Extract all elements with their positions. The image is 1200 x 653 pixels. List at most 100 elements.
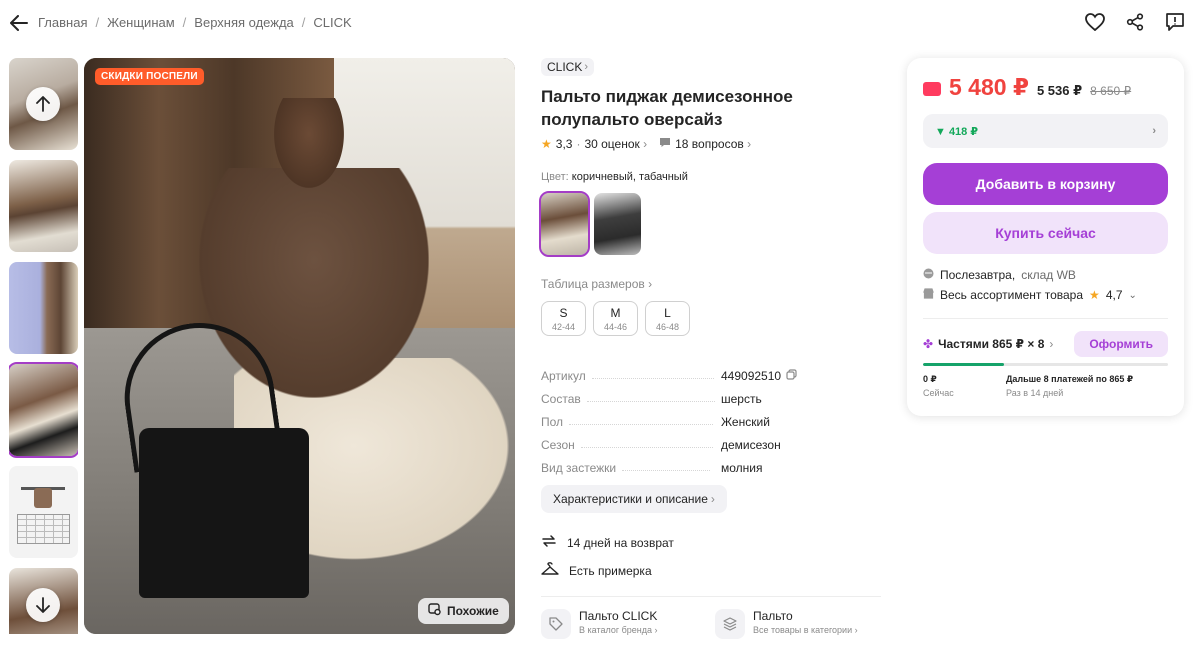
chat-icon: [659, 137, 671, 151]
spec-row: Артикул 449092510: [541, 360, 886, 383]
arrow-down-icon[interactable]: [26, 588, 60, 622]
installment-icon: ✤: [923, 337, 934, 351]
layers-icon: [715, 609, 745, 639]
product-title: Пальто пиджак демисезонное полупальто ов…: [541, 87, 793, 129]
category-links: Пальто CLICK В каталог бренда › Пальто В…: [541, 609, 886, 639]
perk-return: 14 дней на возврат: [541, 533, 886, 552]
size-table-link[interactable]: Таблица размеров ›: [541, 277, 886, 291]
spec-key: Артикул: [541, 369, 586, 383]
shop-icon: [923, 288, 934, 302]
brand-catalog-link[interactable]: Пальто CLICK В каталог бренда ›: [541, 609, 701, 639]
size-range: 46-48: [655, 322, 680, 332]
size-label: M: [610, 306, 621, 320]
installment-label[interactable]: Частями 865 ₽ × 8: [938, 337, 1044, 351]
breadcrumb-separator: /: [95, 15, 100, 30]
spec-key: Состав: [541, 392, 581, 406]
star-icon: ★: [541, 137, 552, 151]
size-option[interactable]: M 44-46: [593, 301, 638, 336]
thumbnail-4[interactable]: [9, 362, 78, 458]
installment-row: ✤ Частями 865 ₽ × 8 › Оформить: [923, 331, 1168, 357]
price-old: 8 650 ₽: [1090, 84, 1132, 98]
breadcrumb-home[interactable]: Главная: [38, 15, 87, 30]
thumbnail-5[interactable]: [9, 466, 78, 558]
spec-row: Пол Женский: [541, 406, 886, 429]
size-range: 42-44: [551, 322, 576, 332]
characteristics-label: Характеристики и описание: [553, 492, 708, 506]
brand-catalog-title: Пальто CLICK: [579, 609, 658, 623]
color-swatch-gray[interactable]: [594, 193, 641, 255]
divider: [923, 318, 1168, 319]
size-option[interactable]: S 42-44: [541, 301, 586, 336]
category-catalog-link[interactable]: Пальто Все товары в категории ›: [715, 609, 875, 639]
installment-later-amount: Дальше 8 платежей по 865 ₽: [1006, 374, 1134, 384]
hanger-icon: [541, 562, 559, 579]
questions-count: 18 вопросов: [675, 137, 744, 151]
assortment-label: Весь ассортимент товара: [940, 288, 1084, 302]
size-option[interactable]: L 46-48: [645, 301, 690, 336]
installment-progress-fill: [923, 363, 1004, 366]
breadcrumb-women[interactable]: Женщинам: [107, 15, 175, 30]
add-to-cart-button[interactable]: Добавить в корзину: [923, 163, 1168, 205]
installment-now-amount: 0 ₽: [923, 374, 937, 384]
spec-row: Сезон демисезон: [541, 429, 886, 452]
heart-icon[interactable]: [1084, 11, 1106, 33]
brand-catalog-subtitle: В каталог бренда: [579, 625, 653, 635]
back-arrow-icon[interactable]: [8, 12, 30, 34]
size-options: S 42-44 M 44-46 L 46-48: [541, 301, 886, 336]
buy-now-button[interactable]: Купить сейчас: [923, 212, 1168, 254]
price-secondary: 5 536 ₽: [1036, 83, 1083, 98]
thumbnail-2[interactable]: [9, 160, 78, 252]
spec-row: Состав шерсть: [541, 383, 886, 406]
color-swatch-brown[interactable]: [539, 191, 590, 257]
report-icon[interactable]: [1164, 11, 1186, 33]
rating-value: 3,3: [555, 137, 573, 151]
delivery-place: склад WB: [1021, 268, 1076, 282]
spec-key: Вид застежки: [541, 461, 617, 475]
spec-value: молния: [721, 461, 763, 475]
divider: [541, 596, 881, 597]
breadcrumb-outerwear[interactable]: Верхняя одежда: [194, 15, 293, 30]
cashback-row[interactable]: ▼ 418 ₽ ›: [923, 114, 1168, 148]
share-icon[interactable]: [1124, 11, 1146, 33]
arrow-up-icon[interactable]: [26, 87, 60, 121]
size-label: S: [559, 306, 568, 320]
thumbnail-1[interactable]: [9, 58, 78, 150]
perk-fitting-label: Есть примерка: [569, 563, 652, 578]
similar-icon: [428, 603, 442, 619]
spec-value: шерсть: [721, 392, 762, 406]
brand-name: CLICK: [547, 60, 583, 74]
perk-fitting: Есть примерка: [541, 562, 886, 579]
spec-value: Женский: [721, 415, 770, 429]
delivery-row: Послезавтра, склад WB: [923, 268, 1076, 282]
main-product-image[interactable]: [84, 58, 515, 634]
cashback-value: ▼ 418 ₽: [935, 125, 979, 138]
perk-return-label: 14 дней на возврат: [567, 535, 674, 550]
installment-apply-button[interactable]: Оформить: [1074, 331, 1168, 357]
assortment-row[interactable]: Весь ассортимент товара ★ 4,7 ⌄: [923, 288, 1137, 302]
product-info: CLICK › Пальто пиджак демисезонное полуп…: [539, 58, 886, 639]
color-value: коричневый, табачный: [571, 171, 688, 183]
size-range: 44-46: [603, 322, 628, 332]
reviews-link[interactable]: 30 оценок ›: [584, 137, 647, 151]
questions-link[interactable]: 18 вопросов ›: [675, 137, 751, 151]
similar-button[interactable]: Похожие: [418, 598, 509, 624]
promo-badge: СКИДКИ ПОСПЕЛИ: [95, 68, 204, 85]
installment-later-label: Раз в 14 дней: [1006, 388, 1064, 398]
category-catalog-title: Пальто: [753, 609, 793, 623]
thumbnail-3[interactable]: [9, 262, 78, 354]
price-current: 5 480 ₽: [949, 74, 1029, 100]
chevron-right-icon: ›: [1152, 125, 1156, 137]
breadcrumb-brand[interactable]: CLICK: [313, 15, 351, 30]
copy-icon[interactable]: [786, 369, 797, 383]
specs-table: Артикул 449092510 Состав шерсть Пол Женс…: [541, 360, 886, 475]
spec-row: Вид застежки молния: [541, 452, 886, 475]
thumbnail-6[interactable]: [9, 568, 78, 634]
spec-key: Пол: [541, 415, 564, 429]
category-catalog-subtitle: Все товары в категории: [753, 625, 853, 635]
characteristics-button[interactable]: Характеристики и описание ›: [541, 485, 727, 513]
color-label: Цвет:: [541, 171, 569, 183]
brand-link[interactable]: CLICK ›: [541, 58, 595, 76]
delivery-day: Послезавтра,: [940, 268, 1016, 282]
color-label-row: Цвет: коричневый, табачный: [541, 171, 886, 183]
tag-icon: [541, 609, 571, 639]
